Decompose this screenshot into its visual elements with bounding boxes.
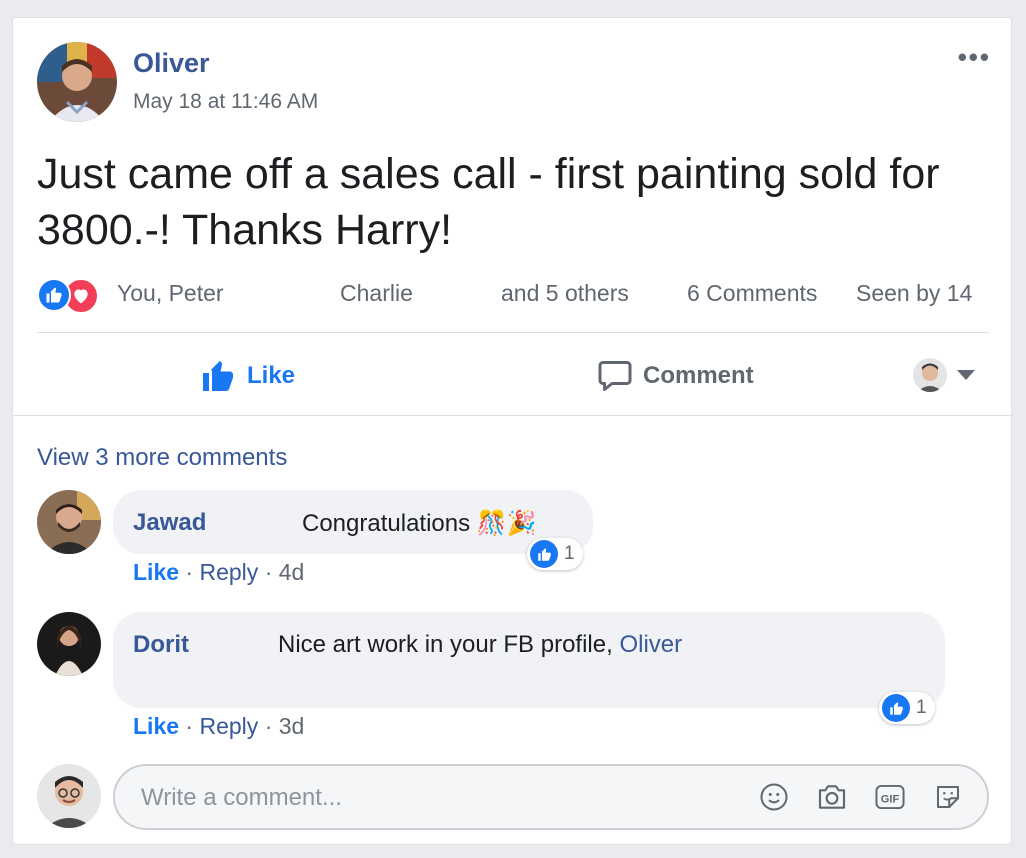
comment-reply-link[interactable]: Reply: [199, 713, 258, 739]
comment-composer[interactable]: GIF: [113, 764, 989, 830]
author-avatar[interactable]: [37, 42, 117, 122]
comment-author-name[interactable]: Jawad: [133, 509, 206, 537]
comment-actions: Like · Reply · 4d: [133, 559, 304, 586]
sticker-icon[interactable]: [931, 780, 965, 814]
divider: [37, 332, 989, 333]
current-user-avatar: [37, 764, 101, 828]
comment-bubble: [113, 612, 945, 708]
like-button-label: Like: [247, 362, 296, 389]
reaction-names-3[interactable]: and 5 others: [501, 280, 629, 307]
more-options-icon[interactable]: •••: [958, 42, 991, 73]
mention-link[interactable]: Oliver: [619, 631, 682, 658]
comment-reaction-count[interactable]: 1: [879, 692, 935, 724]
comment-like-link[interactable]: Like: [133, 559, 179, 585]
view-more-comments-link[interactable]: View 3 more comments: [37, 444, 287, 472]
svg-text:GIF: GIF: [881, 794, 900, 806]
separator: ·: [264, 559, 273, 585]
gif-icon[interactable]: GIF: [873, 780, 907, 814]
comment-input[interactable]: [139, 778, 703, 818]
current-user-avatar: [913, 358, 947, 392]
comment-button[interactable]: Comment: [597, 358, 754, 394]
thumbs-up-icon: [203, 361, 233, 391]
separator: ·: [185, 559, 194, 585]
like-reaction-icon: [882, 694, 910, 722]
separator: ·: [185, 713, 194, 739]
like-reaction-icon: [37, 278, 71, 312]
comment-text: Nice art work in your FB profile,: [278, 631, 620, 658]
post-as-selector[interactable]: [913, 358, 975, 392]
reaction-count-value: 1: [564, 543, 575, 564]
composer-icons: GIF: [757, 780, 965, 814]
reaction-names-2[interactable]: Charlie: [340, 280, 413, 307]
post-text: Just came off a sales call - first paint…: [37, 150, 940, 254]
like-reaction-icon: [530, 540, 558, 568]
post-author-name[interactable]: Oliver: [133, 48, 210, 79]
comment-author-name[interactable]: Dorit: [133, 631, 189, 659]
speech-bubble-icon: [598, 361, 632, 391]
reaction-icons[interactable]: [37, 276, 99, 314]
camera-icon[interactable]: [815, 780, 849, 814]
comment-reaction-count[interactable]: 1: [527, 538, 583, 570]
comment-age[interactable]: 4d: [279, 559, 305, 585]
chevron-down-icon: [957, 370, 975, 380]
comment-like-link[interactable]: Like: [133, 713, 179, 739]
comment-text-container: Nice art work in your FB profile, Oliver: [278, 631, 682, 659]
reaction-names-1[interactable]: You, Peter: [117, 280, 224, 307]
comment-button-label: Comment: [643, 362, 754, 389]
post-timestamp[interactable]: May 18 at 11:46 AM: [133, 90, 318, 114]
comment-text: Congratulations 🎊🎉: [302, 510, 537, 537]
commenter-avatar-jawad[interactable]: [37, 490, 101, 554]
post-card: Oliver May 18 at 11:46 AM ••• Just came …: [12, 17, 1013, 845]
comment-age[interactable]: 3d: [279, 713, 305, 739]
separator: ·: [264, 713, 273, 739]
commenter-avatar-dorit[interactable]: [37, 612, 101, 676]
comment-actions: Like · Reply · 3d: [133, 713, 304, 740]
comment-reply-link[interactable]: Reply: [199, 559, 258, 585]
seen-by-count[interactable]: Seen by 14: [856, 280, 972, 307]
section-divider: [13, 415, 1013, 416]
emoji-icon[interactable]: [757, 780, 791, 814]
comments-count[interactable]: 6 Comments: [687, 280, 817, 307]
like-button[interactable]: Like: [199, 358, 295, 394]
reaction-count-value: 1: [916, 697, 927, 718]
